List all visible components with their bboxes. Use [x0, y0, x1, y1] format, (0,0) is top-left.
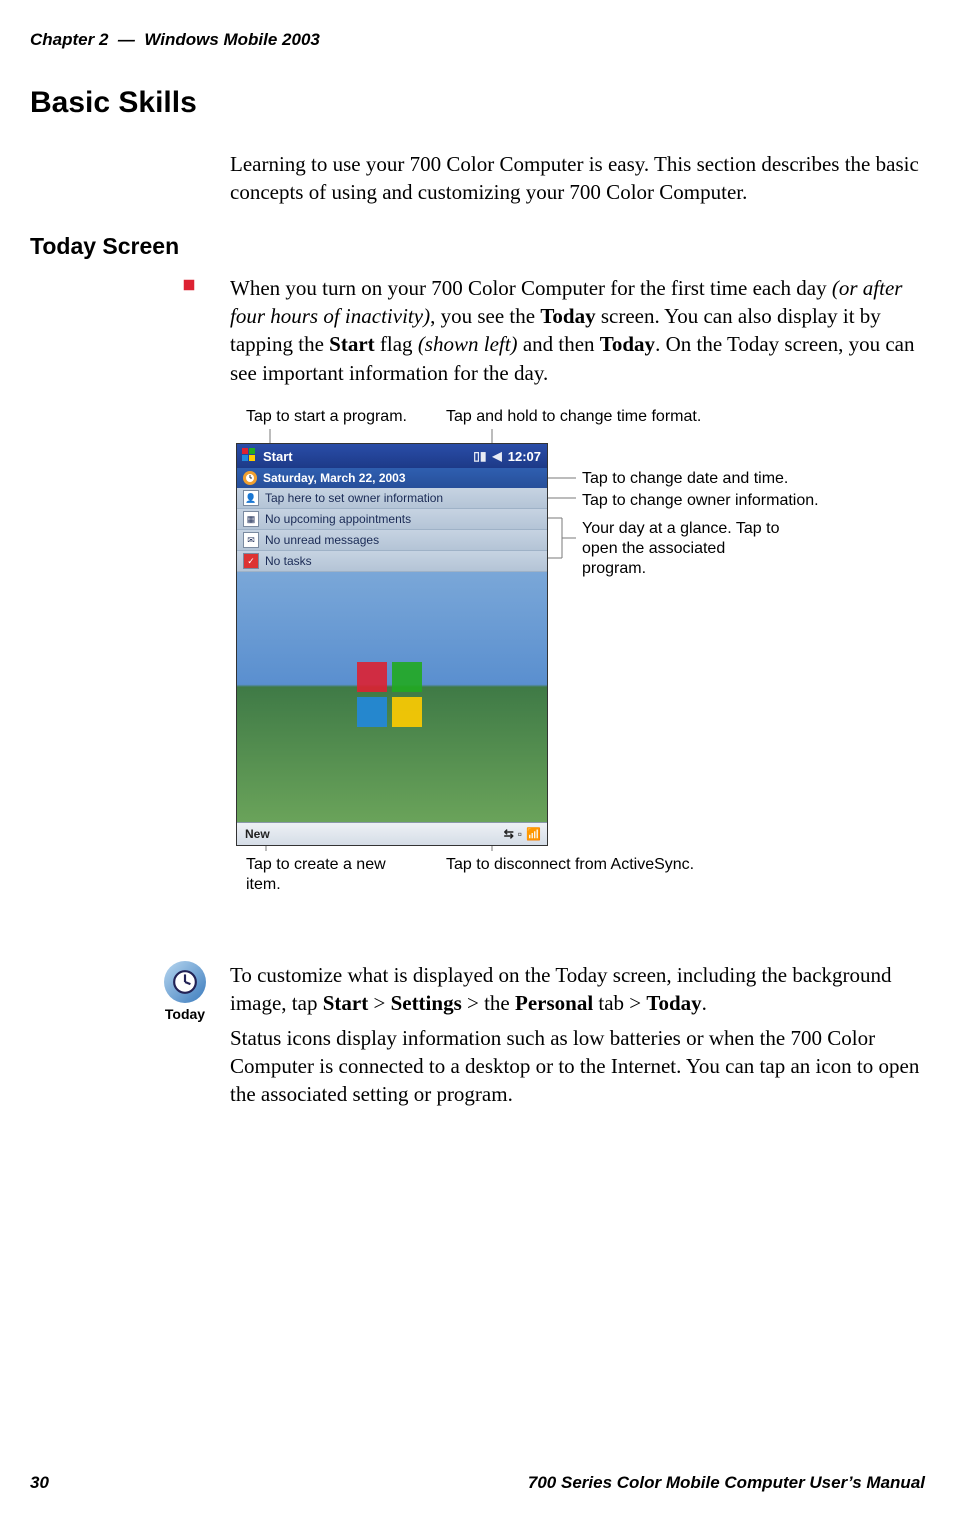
page-number: 30 [30, 1473, 49, 1493]
network-tray-icon[interactable]: ▫ [518, 827, 522, 841]
messages-text: No unread messages [265, 533, 379, 547]
callout-date-time: Tap to change date and time. [582, 469, 788, 489]
header-separator: — [118, 30, 135, 49]
owner-text: Tap here to set owner information [265, 491, 443, 505]
date-row[interactable]: Saturday, March 22, 2003 [237, 468, 547, 488]
messages-row[interactable]: ✉ No unread messages [237, 530, 547, 551]
speaker-icon[interactable]: ◀ [493, 449, 502, 463]
header-topic: Windows Mobile 2003 [144, 30, 320, 49]
antenna-tray-icon[interactable]: 📶 [526, 827, 541, 841]
device-bottombar: New ⇆ ▫ 📶 [237, 822, 547, 845]
clock-label[interactable]: 12:07 [508, 449, 541, 464]
section-title-today: Today Screen [30, 233, 925, 260]
chapter-label: Chapter 2 [30, 30, 108, 49]
status-paragraph: Status icons display information such as… [230, 1024, 925, 1109]
tasks-row[interactable]: ✓ No tasks [237, 551, 547, 572]
tasks-text: No tasks [265, 554, 312, 568]
windows-flag-icon [182, 278, 210, 313]
page-footer: 30 700 Series Color Mobile Computer User… [30, 1473, 925, 1493]
page-title: Basic Skills [30, 86, 925, 120]
clock-icon [243, 471, 257, 485]
owner-icon: 👤 [243, 490, 259, 506]
callout-new-item: Tap to create a new item. [246, 855, 386, 895]
new-button[interactable]: New [237, 827, 278, 841]
callout-glance: Your day at a glance. Tap to open the as… [582, 519, 792, 579]
today-paragraph: When you turn on your 700 Color Computer… [230, 274, 925, 387]
envelope-icon: ✉ [243, 532, 259, 548]
start-flag-icon[interactable] [237, 447, 263, 466]
today-app-icon: Today [164, 961, 206, 1024]
checkbox-icon: ✓ [243, 553, 259, 569]
owner-row[interactable]: 👤 Tap here to set owner information [237, 488, 547, 509]
start-label[interactable]: Start [263, 449, 293, 464]
callout-activesync: Tap to disconnect from ActiveSync. [446, 855, 694, 875]
calendar-icon: ▦ [243, 511, 259, 527]
today-paragraph-block: When you turn on your 700 Color Computer… [230, 274, 925, 387]
system-tray: ⇆ ▫ 📶 [504, 827, 547, 841]
callout-time-format: Tap and hold to change time format. [446, 407, 701, 427]
windows-logo-icon [352, 657, 432, 737]
signal-icon[interactable]: ▯▮ [473, 449, 486, 463]
callout-start-program: Tap to start a program. [246, 407, 407, 427]
appointments-row[interactable]: ▦ No upcoming appointments [237, 509, 547, 530]
customize-block: Today To customize what is displayed on … [230, 961, 925, 1109]
today-screen-diagram: Tap to start a program. Tap and hold to … [230, 411, 925, 931]
date-text: Saturday, March 22, 2003 [263, 471, 406, 485]
device-screenshot: Start ▯▮ ◀ 12:07 Saturday, March 22, 200… [236, 443, 548, 846]
activesync-tray-icon[interactable]: ⇆ [504, 827, 514, 841]
customize-paragraph: To customize what is displayed on the To… [230, 961, 925, 1018]
running-header: Chapter 2 — Windows Mobile 2003 [30, 30, 925, 50]
wallpaper-area [237, 572, 547, 822]
today-icon-label: Today [165, 1006, 205, 1022]
intro-paragraph: Learning to use your 700 Color Computer … [230, 150, 925, 207]
appointments-text: No upcoming appointments [265, 512, 411, 526]
footer-title: 700 Series Color Mobile Computer User’s … [528, 1473, 925, 1493]
callout-owner-info: Tap to change owner information. [582, 491, 819, 511]
device-titlebar: Start ▯▮ ◀ 12:07 [237, 444, 547, 468]
